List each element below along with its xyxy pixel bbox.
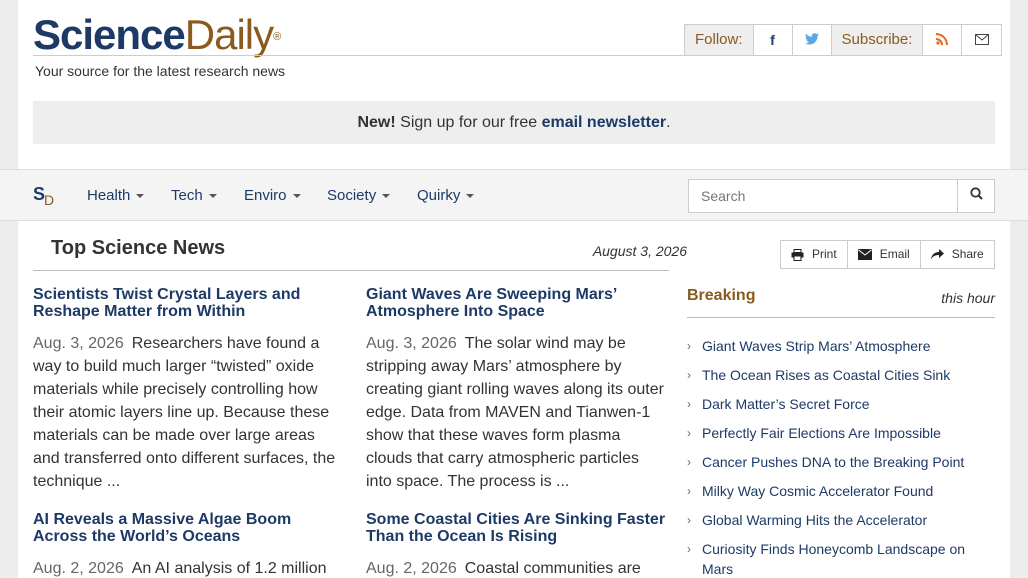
story-date: Aug. 2, 2026: [33, 560, 124, 577]
tagline: Your source for the latest research news: [35, 63, 286, 79]
print-button[interactable]: Print: [781, 241, 848, 268]
story-item: Some Coastal Cities Are Sinking Faster T…: [366, 511, 669, 578]
envelope-icon: [857, 249, 872, 260]
story-item: Giant Waves Are Sweeping Mars’ Atmospher…: [366, 286, 669, 493]
newsletter-banner: New! Sign up for our free email newslett…: [33, 101, 995, 144]
breaking-item[interactable]: › Giant Waves Strip Mars’ Atmosphere: [687, 336, 995, 356]
chevron-right-icon: ›: [687, 339, 691, 353]
search-icon: [969, 187, 983, 200]
story-title[interactable]: Giant Waves Are Sweeping Mars’ Atmospher…: [366, 286, 669, 320]
share-icon: [930, 249, 944, 260]
story-summary: The solar wind may be stripping away Mar…: [366, 335, 664, 490]
story-summary: Researchers have found a way to build mu…: [33, 335, 336, 490]
nav-society[interactable]: Society: [327, 187, 391, 204]
story-date: Aug. 3, 2026: [366, 335, 457, 352]
share-button[interactable]: Share: [921, 241, 994, 268]
caret-down-icon: [292, 194, 301, 199]
chevron-right-icon: ›: [687, 484, 691, 498]
navbar: SD Health Tech Enviro Society Quirky: [0, 169, 1028, 221]
facebook-icon[interactable]: f: [754, 25, 793, 55]
story-date: Aug. 2, 2026: [366, 560, 457, 577]
chevron-right-icon: ›: [687, 513, 691, 527]
story-item: Scientists Twist Crystal Layers and Resh…: [33, 286, 336, 493]
nav-health[interactable]: Health: [87, 187, 145, 204]
breaking-item[interactable]: › Milky Way Cosmic Accelerator Found: [687, 481, 995, 501]
story-title[interactable]: Some Coastal Cities Are Sinking Faster T…: [366, 511, 669, 545]
caret-down-icon: [136, 194, 145, 199]
follow-label: Follow:: [685, 25, 754, 55]
search-button[interactable]: [957, 179, 995, 213]
twitter-icon[interactable]: [793, 25, 832, 55]
story-summary: Coastal communities are: [464, 560, 641, 577]
chevron-right-icon: ›: [687, 426, 691, 440]
breaking-item[interactable]: › Dark Matter’s Secret Force: [687, 394, 995, 414]
chevron-right-icon: ›: [687, 368, 691, 382]
news-divider: [33, 270, 669, 271]
subscribe-label: Subscribe:: [831, 25, 924, 55]
breaking-title: Breaking: [687, 287, 756, 304]
chevron-right-icon: ›: [687, 397, 691, 411]
nav-enviro[interactable]: Enviro: [244, 187, 301, 204]
breaking-timeframe: this hour: [941, 290, 995, 306]
story-summary: An AI analysis of 1.2 million: [131, 560, 327, 577]
newsletter-link[interactable]: email newsletter: [542, 114, 667, 131]
story-date: Aug. 3, 2026: [33, 335, 124, 352]
print-icon: [791, 248, 804, 261]
story-item: AI Reveals a Massive Algae Boom Across t…: [33, 511, 336, 578]
site-logo[interactable]: ScienceDaily®: [33, 12, 281, 58]
breaking-list: › Giant Waves Strip Mars’ Atmosphere › The…: [687, 336, 995, 578]
story-title[interactable]: AI Reveals a Massive Algae Boom Across t…: [33, 511, 336, 545]
current-date: August 3, 2026: [592, 243, 687, 259]
breaking-divider: [687, 317, 995, 318]
breaking-item[interactable]: › Cancer Pushes DNA to the Breaking Point: [687, 452, 995, 472]
breaking-item[interactable]: › Global Warming Hits the Accelerator: [687, 510, 995, 530]
section-title: Top Science News: [51, 237, 226, 259]
breaking-item[interactable]: › Perfectly Fair Elections Are Impossible: [687, 423, 995, 443]
caret-down-icon: [382, 194, 391, 199]
caret-down-icon: [466, 194, 475, 199]
search-input[interactable]: [688, 179, 958, 213]
email-button[interactable]: Email: [848, 241, 921, 268]
share-toolbar: Print Email Share: [780, 240, 995, 269]
chevron-right-icon: ›: [687, 455, 691, 469]
rss-icon[interactable]: [923, 25, 963, 55]
chevron-right-icon: ›: [687, 542, 691, 556]
mail-icon[interactable]: [962, 25, 1001, 55]
social-bar: Follow: f Subscribe:: [684, 24, 1003, 56]
nav-tech[interactable]: Tech: [171, 187, 217, 204]
breaking-item[interactable]: › The Ocean Rises as Coastal Cities Sink: [687, 365, 995, 385]
breaking-item[interactable]: › Curiosity Finds Honeycomb Landscape on …: [687, 539, 995, 578]
story-title[interactable]: Scientists Twist Crystal Layers and Resh…: [33, 286, 336, 320]
nav-quirky[interactable]: Quirky: [417, 187, 475, 204]
caret-down-icon: [208, 194, 217, 199]
sd-logo[interactable]: SD: [33, 184, 55, 208]
